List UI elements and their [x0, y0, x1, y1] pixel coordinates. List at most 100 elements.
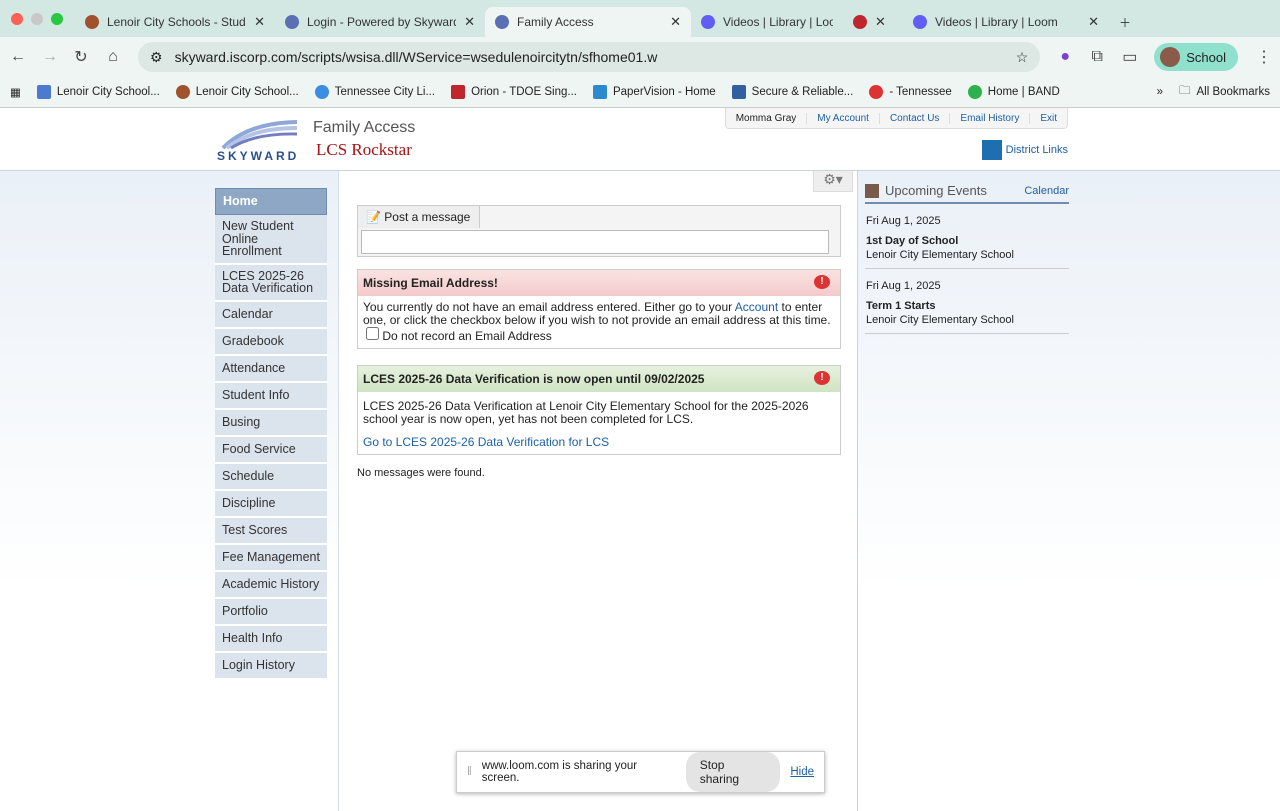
data-verification-link[interactable]: Go to LCES 2025-26 Data Verification for… — [363, 435, 609, 449]
sidebar-item-login-history[interactable]: Login History — [215, 652, 327, 680]
bookmark[interactable]: Lenoir City School... — [175, 85, 299, 99]
bookmark[interactable]: - Tennessee — [869, 85, 952, 99]
top-links: Momma Gray My Account Contact Us Email H… — [724, 108, 1068, 129]
new-tab-button[interactable]: ＋ — [1109, 7, 1141, 37]
sidebar-item-gradebook[interactable]: Gradebook — [215, 328, 327, 356]
bookmark[interactable]: Lenoir City School... — [36, 85, 160, 99]
sidebar-item-fee-management[interactable]: Fee Management — [215, 544, 327, 572]
extensions-icon[interactable]: ⧉ — [1090, 48, 1104, 66]
close-tab-icon[interactable]: ✕ — [464, 14, 475, 30]
browser-tab[interactable]: Login - Powered by Skyward ✕ — [275, 7, 485, 37]
no-messages-text: No messages were found. — [357, 467, 485, 479]
sidebar-item-food-service[interactable]: Food Service — [215, 436, 327, 464]
close-tab-icon[interactable]: ✕ — [875, 14, 886, 30]
bookmark[interactable]: Secure & Reliable... — [731, 85, 853, 99]
sidebar: Home New Student Online Enrollment LCES 20… — [215, 188, 327, 680]
screen-share-banner: ‖ www.loom.com is sharing your screen. S… — [456, 751, 825, 793]
extension-k-icon[interactable]: ● — [1058, 48, 1072, 66]
no-email-checkbox[interactable] — [366, 327, 379, 340]
window-controls — [0, 12, 75, 25]
settings-gear-icon[interactable]: ⚙▾ — [813, 171, 853, 192]
close-window-button[interactable] — [11, 12, 23, 25]
back-icon[interactable]: ← — [10, 48, 26, 66]
app-title: Family Access — [313, 119, 416, 136]
close-tab-icon[interactable]: ✕ — [1088, 14, 1099, 30]
site-header: SKYWARD Family Access LCS Rockstar Momma… — [0, 108, 1280, 171]
bookmark[interactable]: Home | BAND — [967, 85, 1060, 99]
building-icon — [981, 140, 1002, 160]
alert-icon: ! — [814, 275, 830, 289]
skyward-logo: SKYWARD — [217, 120, 299, 162]
apps-icon[interactable]: ▦ — [10, 85, 21, 99]
home-icon[interactable]: ⌂ — [106, 48, 120, 66]
my-account-link[interactable]: My Account — [806, 112, 879, 124]
tab-bar: Lenoir City Schools - Student✕ Login - P… — [0, 0, 1280, 37]
browser-tab[interactable]: Videos | Library | Loom — [691, 7, 843, 37]
contact-us-link[interactable]: Contact Us — [878, 112, 949, 124]
tab-favicon-icon — [285, 15, 299, 29]
sidebar-item-lces-2025-26-data-verification[interactable]: LCES 2025-26 Data Verification — [215, 264, 327, 302]
tab-favicon-icon — [495, 15, 509, 29]
profile-button[interactable]: School — [1154, 43, 1238, 71]
exit-link[interactable]: Exit — [1029, 112, 1067, 124]
drag-handle-icon[interactable]: ‖ — [467, 766, 472, 778]
missing-email-alert: Missing Email Address!! You currently do… — [357, 269, 841, 349]
sidebar-item-health-info[interactable]: Health Info — [215, 625, 327, 653]
menu-icon[interactable]: ⋮ — [1256, 47, 1272, 67]
tab-search-icon[interactable]: ▭ — [1122, 47, 1137, 67]
district-links[interactable]: District Links — [981, 140, 1068, 160]
event-item[interactable]: Fri Aug 1, 2025 Term 1 Starts Lenoir City … — [865, 269, 1069, 334]
folder-icon: 🗀 — [1179, 84, 1191, 97]
svg-text:SKYWARD: SKYWARD — [217, 149, 299, 162]
sidebar-item-schedule[interactable]: Schedule — [215, 463, 327, 491]
reload-icon[interactable]: ↻ — [74, 47, 88, 67]
sidebar-item-new-student-online-enrollment[interactable]: New Student Online Enrollment — [215, 215, 327, 265]
post-message-panel: 📝 Post a message — [357, 205, 841, 257]
close-tab-icon[interactable]: ✕ — [670, 14, 681, 30]
bookmark-star-icon[interactable]: ☆ — [1016, 49, 1029, 66]
avatar — [1160, 47, 1181, 67]
sidebar-item-calendar[interactable]: Calendar — [215, 301, 327, 329]
browser-tab-active[interactable]: Family Access ✕ — [485, 7, 691, 37]
browser-tab[interactable]: ✕ — [843, 7, 903, 37]
post-message-tab[interactable]: 📝 Post a message — [358, 206, 480, 228]
stop-sharing-button[interactable]: Stop sharing — [685, 752, 781, 792]
tab-favicon-icon — [913, 15, 927, 29]
all-bookmarks[interactable]: 🗀 All Bookmarks — [1179, 83, 1270, 102]
hide-button[interactable]: Hide — [790, 766, 814, 778]
tab-favicon-icon — [85, 15, 99, 29]
browser-tab[interactable]: Lenoir City Schools - Student✕ — [75, 7, 275, 37]
sidebar-item-busing[interactable]: Busing — [215, 409, 327, 437]
more-bookmarks-icon[interactable]: » — [1157, 86, 1163, 98]
site-settings-icon[interactable]: ⚙ — [150, 49, 163, 66]
bookmark[interactable]: Tennessee City Li... — [314, 85, 435, 99]
sidebar-item-test-scores[interactable]: Test Scores — [215, 517, 327, 545]
main-content: ⚙▾ 📝 Post a message Missing Email Addres… — [338, 171, 858, 811]
alert-icon: ! — [814, 371, 830, 385]
close-tab-icon[interactable]: ✕ — [254, 14, 265, 30]
bookmark[interactable]: PaperVision - Home — [592, 85, 716, 99]
forward-icon[interactable]: → — [42, 48, 58, 66]
user-name: Momma Gray — [735, 112, 797, 124]
minimize-window-button[interactable] — [31, 12, 43, 25]
message-input[interactable] — [361, 230, 829, 254]
upcoming-events: Upcoming Events Calendar Fri Aug 1, 2025 1… — [865, 183, 1069, 334]
calendar-icon — [865, 183, 879, 198]
sidebar-item-attendance[interactable]: Attendance — [215, 355, 327, 383]
page: SKYWARD Family Access LCS Rockstar Momma… — [0, 108, 1280, 811]
sidebar-item-home[interactable]: Home — [215, 188, 327, 215]
calendar-link[interactable]: Calendar — [1024, 185, 1069, 197]
sidebar-item-student-info[interactable]: Student Info — [215, 382, 327, 410]
sidebar-item-academic-history[interactable]: Academic History — [215, 571, 327, 599]
sidebar-item-discipline[interactable]: Discipline — [215, 490, 327, 518]
sidebar-item-portfolio[interactable]: Portfolio — [215, 598, 327, 626]
maximize-window-button[interactable] — [51, 12, 63, 25]
account-link[interactable]: Account — [735, 300, 778, 314]
bookmark[interactable]: Orion - TDOE Sing... — [451, 85, 577, 99]
data-verification-alert: LCES 2025-26 Data Verification is now op… — [357, 365, 841, 455]
tab-favicon-icon — [701, 15, 715, 29]
event-item[interactable]: Fri Aug 1, 2025 1st Day of School Lenoir C… — [865, 204, 1069, 269]
email-history-link[interactable]: Email History — [949, 112, 1029, 124]
url-input[interactable]: ⚙ skyward.iscorp.com/scripts/wsisa.dll/WS… — [138, 42, 1041, 72]
browser-tab[interactable]: Videos | Library | Loom ✕ — [903, 7, 1109, 37]
